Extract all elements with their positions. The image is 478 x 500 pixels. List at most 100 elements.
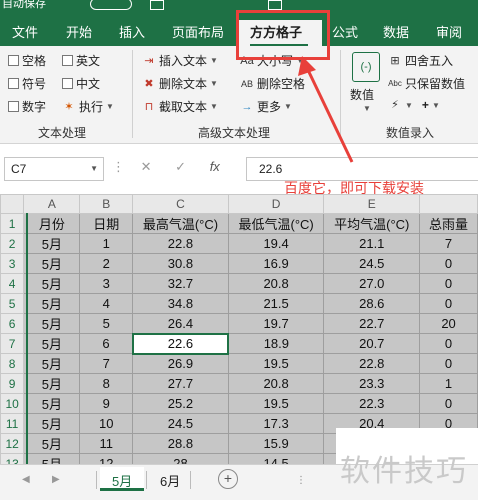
table-cell[interactable]: 5月: [23, 273, 81, 294]
row-header[interactable]: 8: [0, 353, 25, 374]
header-cell[interactable]: 日期: [79, 213, 134, 234]
table-cell[interactable]: 22.8: [132, 233, 229, 254]
table-cell[interactable]: 3: [79, 273, 134, 294]
checkbox-box[interactable]: [8, 78, 19, 89]
more-button[interactable]: → 更多 ▼: [240, 98, 292, 115]
row-header[interactable]: 5: [0, 293, 25, 314]
table-cell[interactable]: 7: [79, 353, 134, 374]
table-cell[interactable]: 11: [79, 433, 134, 454]
add-sheet-icon[interactable]: +: [218, 469, 238, 489]
table-cell[interactable]: 5月: [23, 453, 81, 464]
row-header[interactable]: 7: [0, 333, 25, 354]
table-cell[interactable]: 21.1: [323, 233, 421, 254]
table-cell[interactable]: 20.7: [323, 333, 421, 354]
row-header[interactable]: 4: [0, 273, 25, 294]
table-cell[interactable]: 15.9: [227, 433, 325, 454]
checkbox-box[interactable]: [8, 55, 19, 66]
table-cell[interactable]: 10: [79, 413, 134, 434]
row-header[interactable]: 10: [0, 393, 25, 414]
table-cell[interactable]: 5月: [23, 293, 81, 314]
arithmetic-button[interactable]: ⚡ ▼ + ▼: [388, 98, 440, 112]
checkbox-english[interactable]: 英文: [62, 52, 100, 69]
table-cell[interactable]: 5月: [23, 353, 81, 374]
table-cell[interactable]: 22.6: [131, 332, 230, 355]
cancel-icon[interactable]: ✕: [141, 159, 152, 174]
table-cell[interactable]: 26.9: [132, 353, 229, 374]
table-cell[interactable]: 16.9: [227, 253, 325, 274]
delete-text-button[interactable]: ✖ 删除文本 ▼: [142, 75, 218, 92]
tab-page-layout[interactable]: 页面布局: [172, 22, 224, 41]
name-box[interactable]: C7 ▼: [4, 157, 104, 181]
row-header[interactable]: 3: [0, 253, 25, 274]
table-cell[interactable]: 28.8: [132, 433, 229, 454]
round-button[interactable]: ⊞ 四舍五入: [388, 52, 453, 69]
file-icon[interactable]: [268, 0, 282, 10]
delete-space-button[interactable]: AB 删除空格: [240, 75, 305, 92]
header-cell[interactable]: 最低气温(°C): [227, 213, 325, 234]
table-cell[interactable]: 23.3: [323, 373, 421, 394]
table-cell[interactable]: 19.5: [227, 393, 325, 414]
number-button-label[interactable]: 数值: [350, 86, 374, 103]
table-cell[interactable]: 5: [79, 313, 134, 334]
checkbox-box[interactable]: [62, 55, 73, 66]
table-cell[interactable]: 5月: [23, 393, 81, 414]
table-cell[interactable]: 12: [79, 453, 134, 464]
table-cell[interactable]: 27.0: [323, 273, 421, 294]
table-cell[interactable]: 19.7: [227, 313, 325, 334]
header-cell[interactable]: 平均气温(°C): [323, 213, 421, 234]
column-header[interactable]: C: [132, 194, 229, 214]
autosave-toggle[interactable]: [90, 0, 132, 10]
column-header[interactable]: D: [227, 194, 325, 214]
table-cell[interactable]: 18.9: [227, 333, 325, 354]
table-cell[interactable]: 0: [419, 293, 478, 314]
table-cell[interactable]: 0: [419, 253, 478, 274]
table-cell[interactable]: 20.8: [227, 373, 325, 394]
chevron-down-icon[interactable]: ▼: [363, 104, 371, 113]
table-cell[interactable]: 34.8: [132, 293, 229, 314]
row-header[interactable]: 1: [0, 213, 25, 234]
table-cell[interactable]: 25.2: [132, 393, 229, 414]
checkbox-chinese[interactable]: 中文: [62, 75, 100, 92]
table-cell[interactable]: 5月: [23, 333, 81, 354]
table-cell[interactable]: 19.5: [227, 353, 325, 374]
table-cell[interactable]: 5月: [23, 373, 81, 394]
table-cell[interactable]: 32.7: [132, 273, 229, 294]
table-cell[interactable]: 24.5: [323, 253, 421, 274]
select-all-corner[interactable]: [0, 194, 25, 214]
table-cell[interactable]: 8: [79, 373, 134, 394]
table-cell[interactable]: 0: [419, 353, 478, 374]
checkbox-space[interactable]: 空格: [8, 52, 46, 69]
checkbox-box[interactable]: [62, 78, 73, 89]
table-cell[interactable]: 17.3: [227, 413, 325, 434]
header-cell[interactable]: 最高气温(°C): [132, 213, 229, 234]
undo-icon[interactable]: [190, 0, 204, 10]
table-cell[interactable]: 26.4: [132, 313, 229, 334]
table-cell[interactable]: 30.8: [132, 253, 229, 274]
table-cell[interactable]: 5月: [23, 413, 81, 434]
row-header[interactable]: 11: [0, 413, 25, 434]
tab-data[interactable]: 数据: [383, 22, 409, 41]
prev-sheet-icon[interactable]: ◀: [22, 474, 30, 485]
column-header[interactable]: E: [323, 194, 421, 214]
insert-text-button[interactable]: ⇥ 插入文本 ▼: [142, 52, 218, 69]
tab-home[interactable]: 开始: [66, 22, 92, 41]
fx-icon[interactable]: fx: [210, 159, 220, 174]
table-cell[interactable]: 5月: [23, 433, 81, 454]
table-cell[interactable]: 6: [79, 333, 134, 354]
table-cell[interactable]: 5月: [23, 233, 81, 254]
save-icon[interactable]: [150, 0, 164, 10]
table-cell[interactable]: 19.4: [227, 233, 325, 254]
row-header[interactable]: 12: [0, 433, 25, 454]
row-header[interactable]: 6: [0, 313, 25, 334]
column-header[interactable]: B: [79, 194, 134, 214]
tab-review[interactable]: 审阅: [436, 22, 462, 41]
sheet-tab-may[interactable]: 5月: [100, 467, 145, 491]
table-cell[interactable]: 2: [79, 253, 134, 274]
table-cell[interactable]: 28: [132, 453, 229, 464]
table-cell[interactable]: 4: [79, 293, 134, 314]
next-sheet-icon[interactable]: ▶: [52, 474, 60, 485]
table-cell[interactable]: 7: [419, 233, 478, 254]
row-header[interactable]: 9: [0, 373, 25, 394]
column-header[interactable]: [419, 194, 478, 214]
table-cell[interactable]: 20.8: [227, 273, 325, 294]
